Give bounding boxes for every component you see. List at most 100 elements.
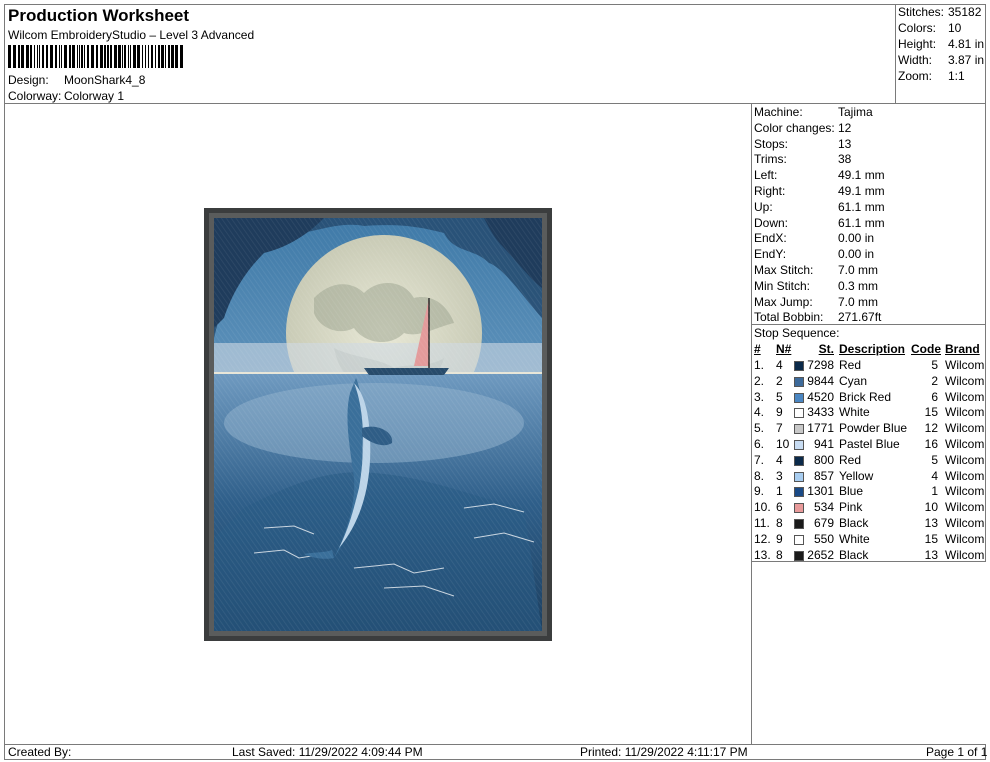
stop-row-description: Pastel Blue <box>839 437 900 451</box>
footer-panel <box>4 744 986 760</box>
barcode-bar <box>100 45 103 68</box>
stop-row-number: 5. <box>754 421 765 436</box>
barcode-bar <box>37 45 38 68</box>
barcode-bar <box>87 45 89 68</box>
stop-row-stitches: 679 <box>813 516 834 530</box>
thread-color-swatch <box>794 503 804 514</box>
machine-info-label: Trims: <box>754 152 787 167</box>
stop-row-stitches: 534 <box>813 500 834 515</box>
stop-row-description: Red <box>839 358 862 372</box>
stop-row-number: 6. <box>754 437 765 451</box>
stop-row-brand: Wilcom <box>945 437 985 451</box>
col-header-brand: Brand <box>945 342 980 356</box>
barcode-bar <box>148 45 149 68</box>
stop-row-stitches: 857 <box>813 468 834 483</box>
machine-info-value: 61.1 mm <box>838 199 885 214</box>
stop-row-stitches: 1301 <box>807 484 834 499</box>
barcode-bar <box>50 45 53 68</box>
machine-info-label: Up: <box>754 199 773 214</box>
machine-info-value: 13 <box>838 136 852 151</box>
stop-row-number: 7. <box>754 452 765 467</box>
barcode-bar <box>165 45 166 68</box>
stop-row-stitches: 800 <box>813 452 834 467</box>
barcode-bar <box>122 45 123 68</box>
stop-row-number: 8. <box>754 468 765 483</box>
summary-label: Stitches: <box>898 5 945 19</box>
stop-row-number: 12. <box>754 531 771 546</box>
page-title: Production Worksheet <box>8 6 190 25</box>
stop-row-brand: Wilcom <box>945 405 985 420</box>
stop-row-needle: 6 <box>776 500 783 515</box>
thread-color-swatch <box>794 376 804 387</box>
machine-info-label: Stops: <box>754 136 789 151</box>
thread-color-swatch <box>794 361 804 371</box>
barcode-bar <box>30 45 32 68</box>
barcode-bar <box>171 45 174 68</box>
thread-color-swatch <box>794 487 804 498</box>
machine-info-value: 49.1 mm <box>838 168 885 183</box>
barcode-bar <box>8 45 11 68</box>
machine-info-label: Left: <box>754 168 778 183</box>
barcode-bar <box>114 45 117 68</box>
stop-row-code: 16 <box>924 437 938 451</box>
barcode-bar <box>46 45 48 68</box>
stop-row-needle: 8 <box>776 516 783 530</box>
machine-info-value: 61.1 mm <box>838 215 885 230</box>
stop-row-brand: Wilcom <box>945 389 985 404</box>
stop-row-description: Blue <box>839 484 864 499</box>
machine-info-label: Color changes: <box>754 120 835 135</box>
software-subtitle: Wilcom EmbroideryStudio – Level 3 Advanc… <box>8 28 255 42</box>
stop-row-number: 1. <box>754 358 765 372</box>
stop-row-brand: Wilcom <box>945 421 985 436</box>
barcode-bar <box>137 45 140 68</box>
stop-row-brand: Wilcom <box>945 531 985 546</box>
stop-row-code: 12 <box>924 421 938 436</box>
stop-row-code: 10 <box>924 500 938 515</box>
stop-row-number: 10. <box>754 500 771 515</box>
summary-value: 35182 <box>948 5 982 19</box>
machine-info-label: EndX: <box>754 231 787 246</box>
stop-row-description: Black <box>839 547 869 562</box>
stop-row-brand: Wilcom <box>945 452 985 467</box>
barcode-bar <box>84 45 85 68</box>
machine-info-label: Right: <box>754 184 786 198</box>
stop-row-needle: 4 <box>776 358 783 372</box>
stop-row-code: 15 <box>924 531 938 546</box>
thread-color-swatch <box>794 471 804 482</box>
stop-sequence-label: Stop Sequence: <box>754 326 840 340</box>
barcode-bar <box>18 45 20 68</box>
stop-row-needle: 8 <box>776 547 783 562</box>
stop-row-stitches: 941 <box>813 437 834 451</box>
summary-label: Width: <box>898 53 933 67</box>
stop-row-stitches: 4520 <box>807 389 834 404</box>
machine-info-label: EndY: <box>754 247 787 262</box>
thread-color-swatch <box>794 408 804 419</box>
summary-label: Zoom: <box>898 69 933 83</box>
stop-row-needle: 4 <box>776 452 783 467</box>
stop-row-description: Brick Red <box>839 389 892 404</box>
stop-row-needle: 5 <box>776 389 783 404</box>
footer-created-by: Created By: <box>8 745 72 759</box>
stop-row-description: White <box>839 405 870 420</box>
machine-info-value: 12 <box>838 120 852 135</box>
summary-value: 1:1 <box>948 69 965 83</box>
machine-info-value: 0.3 mm <box>838 278 879 293</box>
machine-info-value: 0.00 in <box>838 247 875 262</box>
stop-row-description: White <box>839 531 870 546</box>
footer-last-saved: Last Saved: 11/29/2022 4:09:44 PM <box>232 745 423 759</box>
stop-row-description: Black <box>839 516 869 530</box>
stop-row-brand: Wilcom <box>945 468 985 483</box>
barcode-bar <box>55 45 57 68</box>
barcode-bar <box>151 45 153 68</box>
colorway-value: Colorway 1 <box>64 89 125 103</box>
stop-row-number: 11. <box>754 516 770 530</box>
barcode-bar <box>61 45 62 68</box>
stop-row-stitches: 1771 <box>807 421 834 436</box>
design-label: Design: <box>8 73 49 87</box>
stop-row-needle: 7 <box>776 421 783 436</box>
summary-label: Colors: <box>898 21 937 35</box>
stop-row-code: 5 <box>931 452 938 467</box>
thread-color-swatch <box>794 392 804 403</box>
col-header-stitches: St. <box>818 342 834 356</box>
stop-row-description: Pink <box>839 500 863 515</box>
